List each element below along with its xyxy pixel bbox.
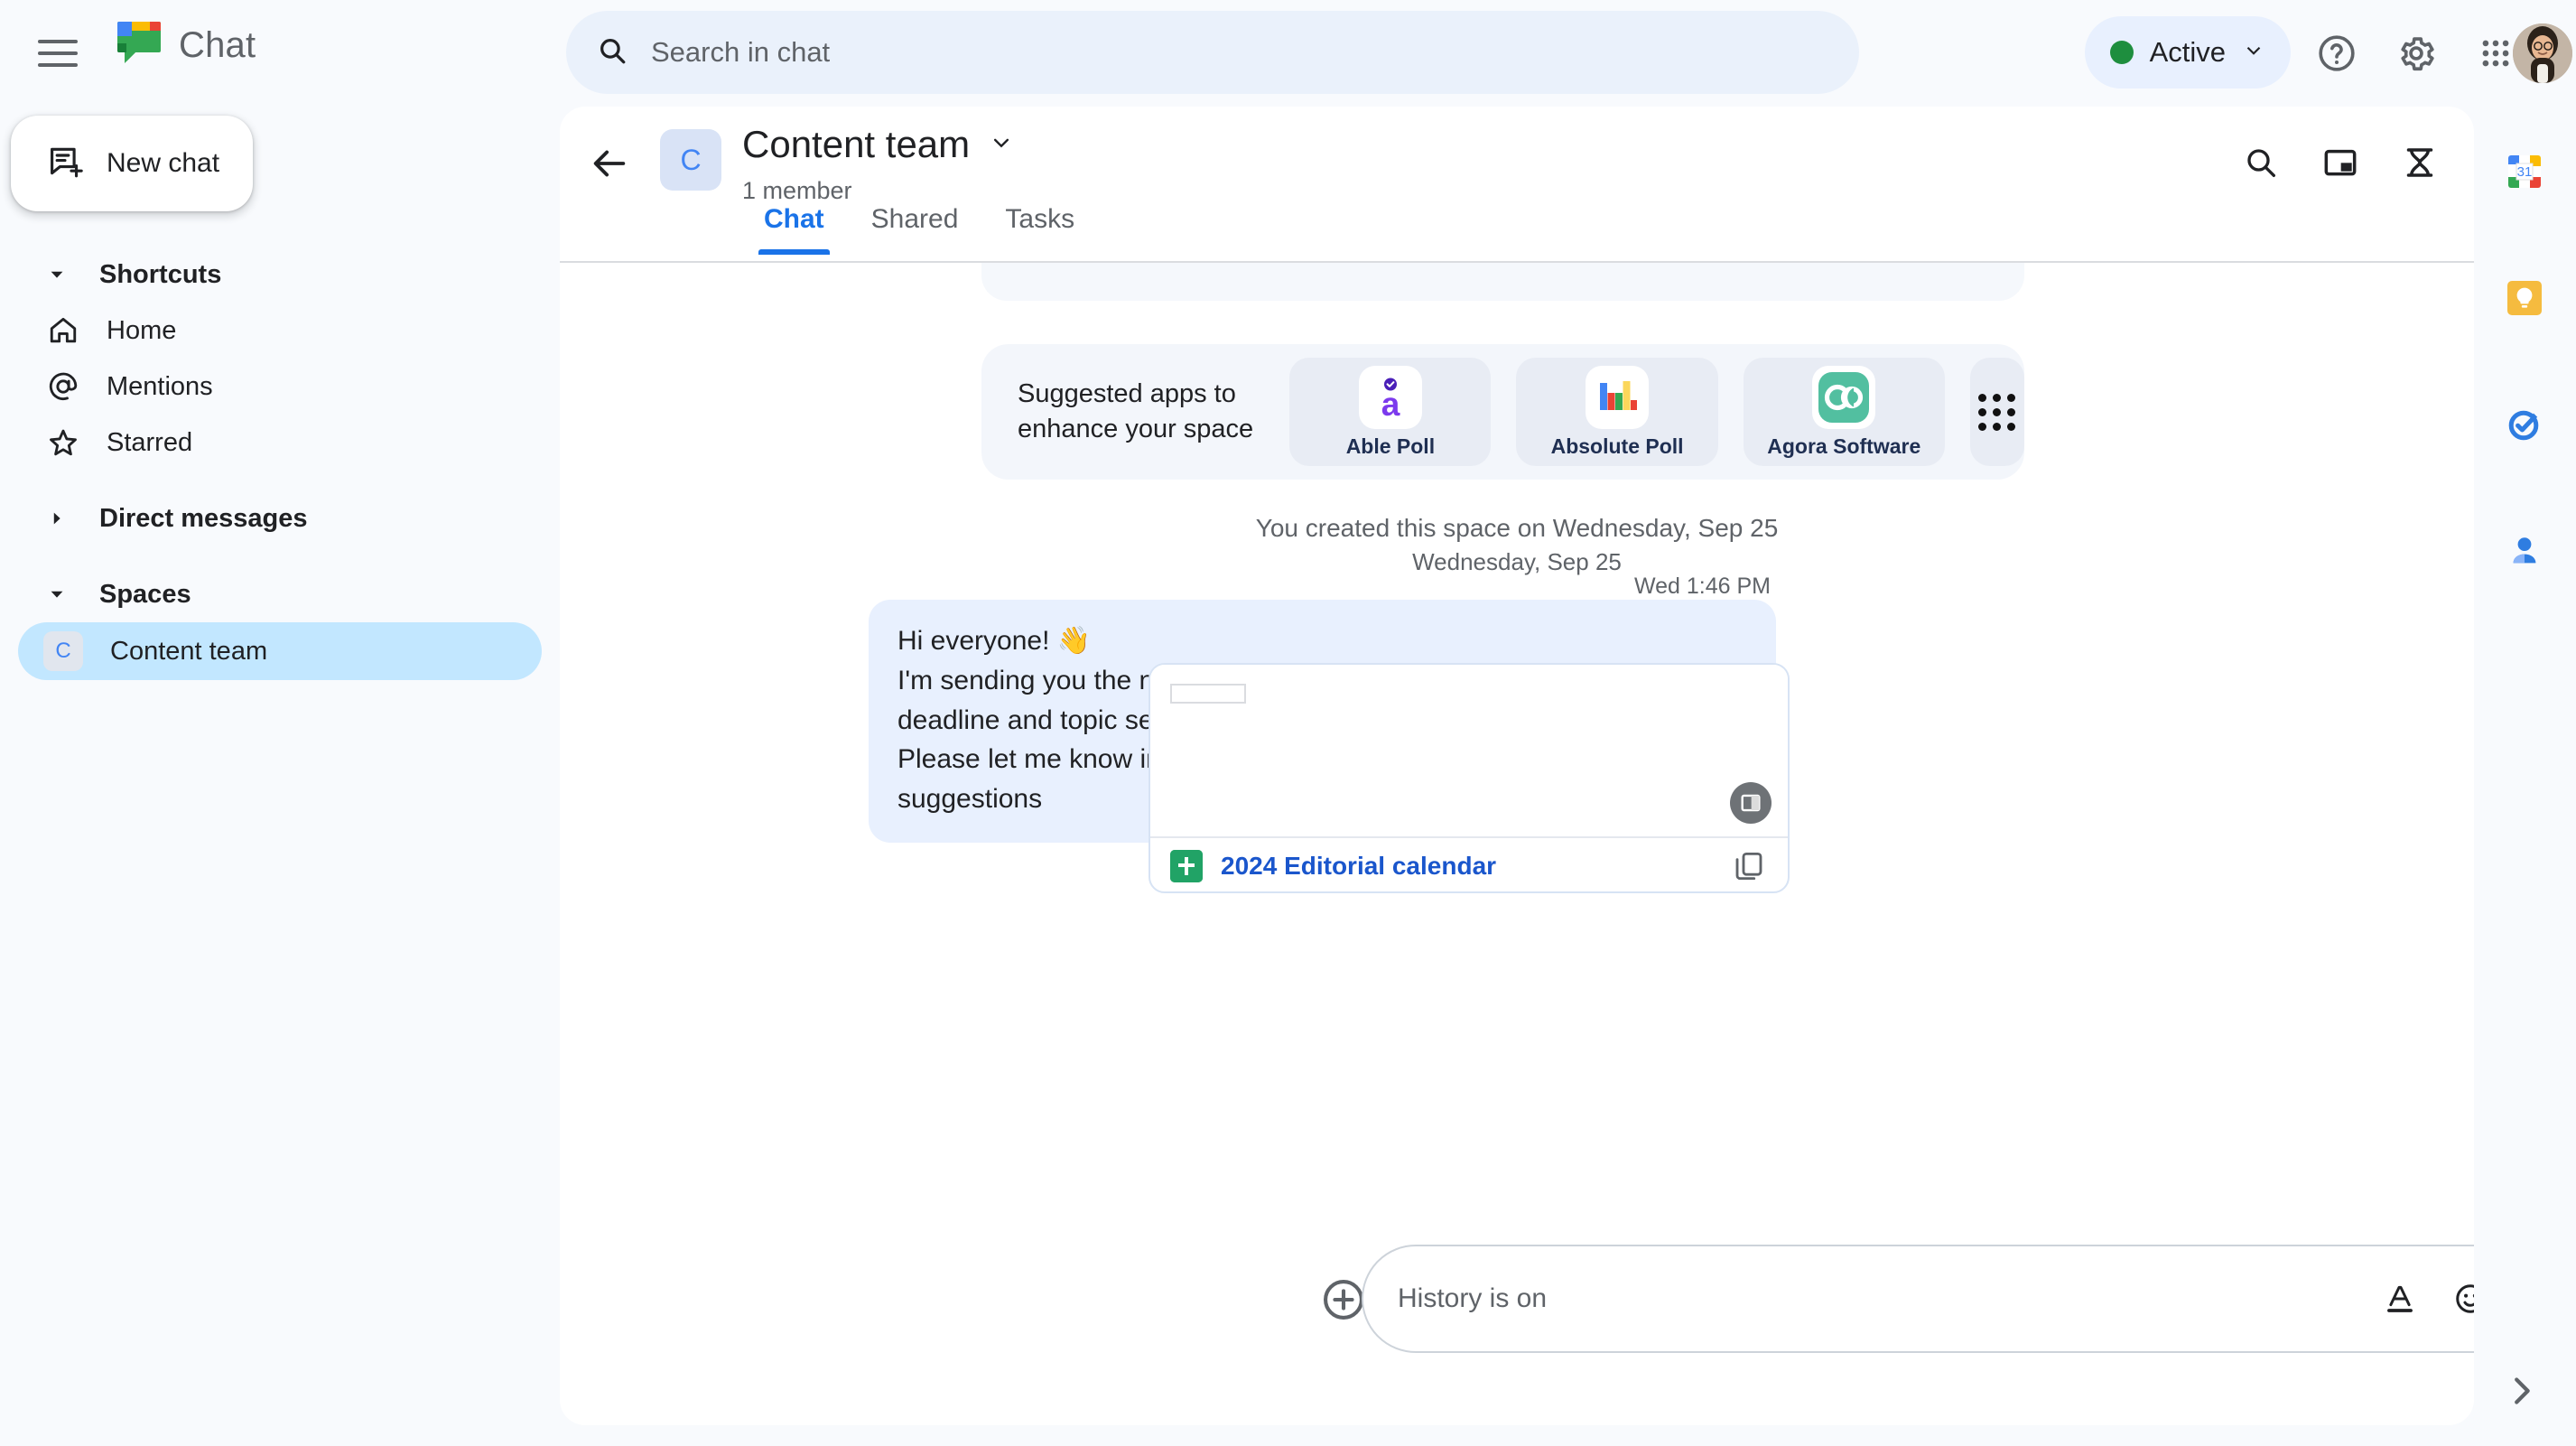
new-chat-icon (47, 143, 85, 185)
able-poll-icon: a (1358, 365, 1422, 429)
message-composer[interactable]: GIF (1362, 1245, 2474, 1353)
caret-down-icon (47, 584, 67, 604)
star-icon (43, 423, 83, 462)
day-separator: Wednesday, Sep 25 (1412, 548, 1622, 575)
sidebar-item-starred[interactable]: Starred (0, 415, 560, 471)
app-tile-able-poll[interactable]: a Able Poll (1289, 358, 1492, 466)
absolute-poll-icon (1586, 365, 1650, 429)
avatar[interactable] (2513, 23, 2572, 83)
composer-tools: GIF (2380, 1279, 2474, 1319)
message-line: Hi everyone! 👋 (897, 626, 1092, 656)
top-app-bar: Chat Active (0, 0, 2576, 107)
side-panel-rail: 31 (2474, 107, 2576, 1446)
attachment-file-name[interactable]: 2024 Editorial calendar (1221, 852, 1496, 881)
message-timestamp: Wed 1:46 PM (1634, 574, 1772, 599)
conversation-actions (2236, 137, 2445, 188)
suggested-apps-heading-line1: Suggested apps to (1018, 378, 1236, 408)
app-name: Able Poll (1345, 434, 1436, 458)
sidebar-item-label: Content team (110, 636, 268, 666)
scrolled-card-partial (981, 263, 2024, 301)
sidebar-item-content-team[interactable]: C Content team (18, 622, 542, 680)
space-created-note: You created this space on Wednesday, Sep… (1255, 514, 1779, 542)
caret-down-icon (47, 265, 67, 285)
search-in-conversation-button[interactable] (2236, 137, 2286, 188)
suggested-apps-heading-line2: enhance your space (1018, 415, 1254, 443)
caret-right-icon (47, 508, 67, 528)
contacts-panel-button[interactable] (2499, 526, 2550, 576)
attachment-preview (1150, 665, 1788, 836)
app-title: Chat (179, 24, 256, 65)
sidebar-section-shortcuts[interactable]: Shortcuts (0, 247, 560, 303)
suggested-apps-card: Suggested apps to enhance your space a A… (981, 344, 2024, 480)
emoji-icon[interactable] (2450, 1279, 2474, 1319)
tab-shared[interactable]: Shared (848, 204, 982, 255)
help-circle-icon[interactable] (2311, 27, 2363, 79)
google-sheets-icon (1170, 849, 1203, 882)
chevron-down-icon (988, 129, 1015, 161)
search-icon (597, 35, 628, 70)
composer-area: GIF (560, 1245, 2474, 1353)
sidebar-item-label: Home (107, 315, 177, 345)
app-name: Agora Software (1767, 434, 1921, 458)
message-input[interactable] (1398, 1283, 2380, 1314)
picture-in-picture-button[interactable] (1730, 782, 1772, 824)
format-text-icon[interactable] (2380, 1279, 2420, 1319)
back-arrow-icon[interactable] (587, 143, 634, 186)
tab-tasks[interactable]: Tasks (981, 204, 1098, 255)
conversation-avatar: C (660, 129, 721, 191)
sidebar-item-label: Starred (107, 427, 193, 457)
copy-link-icon[interactable] (1730, 847, 1768, 885)
status-selector[interactable]: Active (2084, 16, 2291, 89)
apps-grid-icon (1978, 393, 2016, 431)
sidebar-item-label: Mentions (107, 371, 213, 401)
conversation-title-row[interactable]: Content team (742, 123, 1015, 166)
sidebar-section-direct-messages[interactable]: Direct messages (0, 490, 560, 546)
status-dot-icon (2109, 41, 2134, 64)
conversation-panel: C Content team 1 member Chat Shared Task… (560, 107, 2474, 1425)
page-title: Content team (742, 123, 971, 165)
tab-chat[interactable]: Chat (740, 204, 848, 255)
chevron-right-icon[interactable] (2500, 1370, 2545, 1415)
picture-in-picture-button[interactable] (2315, 137, 2366, 188)
sidebar-section-label: Shortcuts (99, 259, 222, 289)
calendar-panel-button[interactable]: 31 (2499, 146, 2550, 197)
search-input[interactable] (651, 36, 1828, 69)
message-stream[interactable]: Suggested apps to enhance your space a A… (560, 263, 2474, 1254)
hamburger-menu-icon[interactable] (38, 34, 78, 72)
sidebar-item-home[interactable]: Home (0, 303, 560, 359)
sidebar-section-spaces[interactable]: Spaces (0, 566, 560, 622)
global-search[interactable] (566, 11, 1859, 94)
app-tile-agora-software[interactable]: Agora Software (1743, 358, 1945, 466)
sidebar-section-label: Spaces (99, 579, 191, 609)
suggested-apps-heading: Suggested apps to enhance your space (1018, 377, 1264, 447)
sidebar: New chat Shortcuts Home Mentions Starred… (0, 107, 560, 1446)
home-icon (43, 311, 83, 350)
space-avatar: C (43, 631, 83, 671)
conversation-tabs: Chat Shared Tasks (740, 204, 1098, 255)
message-history-button[interactable] (2395, 137, 2445, 188)
svg-text:a: a (1381, 386, 1400, 422)
member-count: 1 member (742, 177, 852, 204)
app-tile-absolute-poll[interactable]: Absolute Poll (1516, 358, 1718, 466)
app-brand: Chat (116, 20, 256, 70)
svg-text:31: 31 (2517, 164, 2533, 180)
keep-panel-button[interactable] (2499, 273, 2550, 323)
google-chat-logo (116, 20, 163, 70)
agora-software-icon (1812, 365, 1876, 429)
status-label: Active (2149, 36, 2226, 68)
tasks-panel-button[interactable] (2499, 399, 2550, 450)
attachment-card[interactable]: 2024 Editorial calendar (1149, 663, 1790, 893)
sidebar-section-label: Direct messages (99, 503, 308, 533)
new-chat-button[interactable]: New chat (11, 116, 253, 211)
at-mention-icon (43, 367, 83, 406)
more-apps-button[interactable] (1969, 358, 2024, 466)
app-name: Absolute Poll (1550, 434, 1684, 458)
sidebar-item-mentions[interactable]: Mentions (0, 359, 560, 415)
chevron-down-icon (2242, 39, 2265, 67)
gear-icon[interactable] (2390, 27, 2442, 79)
conversation-header: C Content team 1 member Chat Shared Task… (560, 107, 2474, 263)
attachment-file-bar: 2024 Editorial calendar (1150, 836, 1788, 891)
new-chat-label: New chat (107, 148, 220, 178)
preview-placeholder-cell (1170, 684, 1246, 704)
